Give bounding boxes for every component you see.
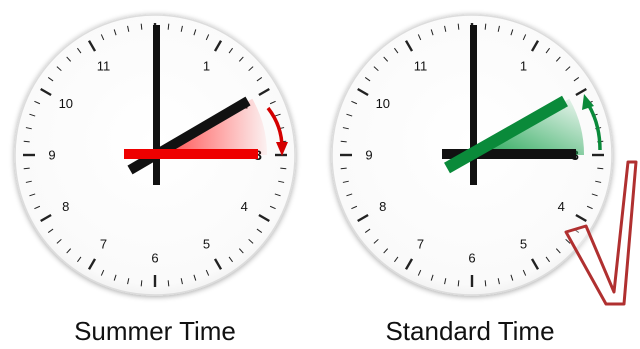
numeral-8: 8 bbox=[62, 199, 69, 214]
minute-tick bbox=[140, 23, 143, 30]
numeral-1: 1 bbox=[203, 58, 210, 73]
numeral-6: 6 bbox=[151, 251, 158, 266]
numeral-8: 8 bbox=[379, 199, 386, 214]
minute-tick bbox=[597, 167, 604, 170]
minute-tick bbox=[280, 167, 287, 170]
summer-time-clock: 1234567891011 bbox=[14, 14, 296, 296]
numeral-4: 4 bbox=[241, 199, 248, 214]
standard-time-caption: Standard Time bbox=[385, 316, 555, 346]
minute-tick bbox=[484, 280, 487, 287]
minute-tick bbox=[167, 280, 170, 287]
numeral-5: 5 bbox=[520, 237, 527, 252]
numeral-10: 10 bbox=[59, 96, 73, 111]
minute-tick bbox=[167, 23, 170, 30]
numeral-4: 4 bbox=[558, 199, 565, 214]
minute-tick bbox=[457, 23, 460, 30]
numeral-5: 5 bbox=[203, 237, 210, 252]
minute-tick bbox=[484, 23, 487, 30]
numeral-6: 6 bbox=[468, 251, 475, 266]
numeral-7: 7 bbox=[100, 237, 107, 252]
clock-comparison-diagram: 1234567891011 1234567891011 bbox=[14, 14, 638, 306]
standard-time-clock: 1234567891011 bbox=[331, 14, 613, 296]
numeral-7: 7 bbox=[417, 237, 424, 252]
minute-tick bbox=[23, 140, 30, 143]
numeral-10: 10 bbox=[376, 96, 390, 111]
numeral-11: 11 bbox=[97, 58, 111, 73]
hour-hand-new bbox=[124, 149, 258, 159]
summer-time-caption: Summer Time bbox=[74, 316, 236, 346]
numeral-9: 9 bbox=[48, 148, 55, 163]
minute-tick bbox=[457, 280, 460, 287]
numeral-9: 9 bbox=[365, 148, 372, 163]
minute-tick bbox=[23, 167, 30, 170]
minute-tick bbox=[340, 167, 347, 170]
minute-tick bbox=[140, 280, 143, 287]
minute-tick bbox=[340, 140, 347, 143]
numeral-1: 1 bbox=[520, 58, 527, 73]
numeral-11: 11 bbox=[414, 58, 428, 73]
